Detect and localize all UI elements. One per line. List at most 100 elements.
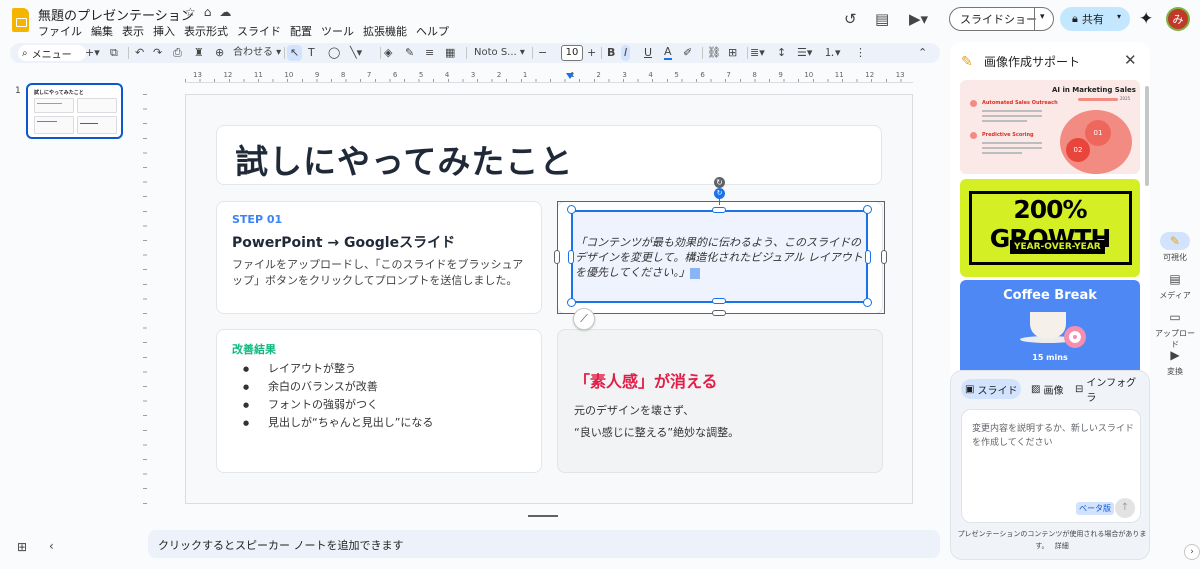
bold-icon[interactable]: B xyxy=(607,45,615,61)
avatar[interactable]: み xyxy=(1166,7,1190,31)
font-family-select[interactable]: Noto S... ▾ xyxy=(474,45,525,61)
collapse-filmstrip-icon[interactable]: ‹ xyxy=(49,539,54,553)
vertical-ruler[interactable] xyxy=(135,94,147,504)
menu-file[interactable]: ファイル xyxy=(38,23,82,39)
gemini-sparkle-icon[interactable]: ✦ xyxy=(1139,9,1153,29)
paint-format-icon[interactable]: ♜ xyxy=(194,45,204,61)
slide-thumbnail[interactable]: 試しにやってみたこと xyxy=(26,83,123,139)
border-dash-icon[interactable]: ▦ xyxy=(445,45,455,61)
tab-slide[interactable]: ▣ スライド xyxy=(961,379,1022,399)
collapse-toolbar-icon[interactable]: ⌃ xyxy=(918,45,927,61)
undo-icon[interactable]: ↶ xyxy=(135,45,144,61)
title-card[interactable]: 試しにやってみたこと xyxy=(216,125,882,185)
history-icon[interactable]: ↺ xyxy=(844,10,857,28)
border-color-icon[interactable]: ✎ xyxy=(405,45,414,61)
group-handle[interactable] xyxy=(881,250,887,264)
template-card[interactable]: Coffee Break 15 mins xyxy=(960,280,1140,370)
slideshow-button[interactable]: スライドショー ▾ xyxy=(949,7,1054,31)
font-size-input[interactable]: 10 xyxy=(561,45,583,61)
grid-view-icon[interactable]: ⊞ xyxy=(17,540,27,554)
effect-heading[interactable]: 「素人感」が消える xyxy=(574,368,718,392)
group-handle[interactable] xyxy=(712,310,726,316)
rail-media[interactable]: ▤ メディア xyxy=(1152,270,1198,301)
results-title[interactable]: 改善結果 xyxy=(232,341,276,357)
resize-handle[interactable] xyxy=(567,205,576,214)
comments-icon[interactable]: ▤ xyxy=(875,10,889,28)
star-icon[interactable]: ☆ xyxy=(185,5,204,19)
text-color-icon[interactable]: A xyxy=(664,45,672,60)
rotate-handle-icon[interactable]: ↻ xyxy=(714,188,725,199)
new-slide-layout-icon[interactable]: ⧉ xyxy=(110,45,118,61)
effect-card[interactable]: 「素人感」が消える 元のデザインを壊さず、 “良い感じに整える”絶妙な調整。 xyxy=(557,329,883,473)
list-item[interactable]: フォントの強弱がつく xyxy=(243,396,433,414)
document-title[interactable]: 無題のプレゼンテーション xyxy=(38,5,194,24)
zoom-icon[interactable]: ⊕ xyxy=(215,45,224,61)
more-options-icon[interactable]: ⋮ xyxy=(855,45,866,61)
move-folder-icon[interactable]: ⌂ xyxy=(204,5,220,19)
template-card[interactable]: 200% GROWTH YEAR-OVER-YEAR xyxy=(960,179,1140,277)
shape-icon[interactable]: ◯ xyxy=(328,45,340,61)
menu-view[interactable]: 表示 xyxy=(122,23,144,39)
chevron-down-icon[interactable]: ▾ xyxy=(1040,12,1045,22)
rail-visualize[interactable]: ✎ 可視化 xyxy=(1152,232,1198,263)
step-body[interactable]: ファイルをアップロードし、「このスライドをブラッシュアップ」ボタンをクリックして… xyxy=(232,257,532,289)
prompt-input[interactable]: 変更内容を説明するか、新しいスライドを作成してください ベータ版 ↑ xyxy=(961,409,1141,523)
template-card[interactable]: AI in Marketing Sales 2025 01 02 Automat… xyxy=(960,80,1140,174)
align-icon[interactable]: ≣▾ xyxy=(750,45,765,61)
highlight-icon[interactable]: ✐ xyxy=(683,45,692,61)
resize-handle[interactable] xyxy=(863,298,872,307)
menu-format[interactable]: 表示形式 xyxy=(184,23,228,39)
chevron-down-icon[interactable]: ▾ xyxy=(1117,12,1121,21)
decrease-font-icon[interactable]: − xyxy=(538,45,547,61)
rail-upload[interactable]: ▭ アップロード xyxy=(1152,308,1198,350)
resize-handle[interactable] xyxy=(863,205,872,214)
fill-color-icon[interactable]: ◈ xyxy=(384,45,392,61)
resize-handle[interactable] xyxy=(567,298,576,307)
list-item[interactable]: 見出しが“ちゃんと見出し”になる xyxy=(243,414,433,432)
share-button[interactable]: 🔒︎ 共有 ▾ xyxy=(1060,7,1130,31)
zoom-fit-select[interactable]: 合わせる ▾ xyxy=(233,45,281,61)
resize-handle[interactable] xyxy=(712,298,726,304)
text-box-icon[interactable]: T xyxy=(308,45,315,61)
remove-format-icon[interactable]: ⟋ xyxy=(573,308,595,330)
effect-body[interactable]: 元のデザインを壊さず、 “良い感じに整える”絶妙な調整。 xyxy=(574,400,739,444)
new-slide-icon[interactable]: +▾ xyxy=(85,45,100,61)
redo-icon[interactable]: ↷ xyxy=(153,45,162,61)
prompt-text[interactable]: 「コンテンツが最も効果的に伝わるよう、このスライドのデザインを変更して。構造化さ… xyxy=(575,235,865,280)
menu-tools[interactable]: ツール xyxy=(321,23,354,39)
ruler-indent-marker[interactable] xyxy=(566,73,574,79)
numbered-list-icon[interactable]: ⒈▾ xyxy=(824,45,841,61)
menu-slide[interactable]: スライド xyxy=(237,23,281,39)
link-icon[interactable]: ⛓ xyxy=(707,45,721,61)
tab-infographic[interactable]: ⊟ インフォグラ xyxy=(1071,378,1149,404)
line-icon[interactable]: ╲▾ xyxy=(350,45,362,61)
learn-more-link[interactable]: 詳細 xyxy=(1055,542,1069,550)
step-heading[interactable]: PowerPoint → Googleスライド xyxy=(232,232,455,252)
notes-drag-handle[interactable] xyxy=(528,515,558,517)
meet-icon[interactable]: ▶▾ xyxy=(909,10,928,28)
send-button[interactable]: ↑ xyxy=(1115,498,1135,518)
select-icon[interactable]: ↖ xyxy=(287,45,303,61)
line-spacing-icon[interactable]: ↕ xyxy=(777,45,786,61)
speaker-notes[interactable]: クリックするとスピーカー ノートを追加できます xyxy=(148,530,940,558)
list-item[interactable]: 余白のバランスが改善 xyxy=(243,378,433,396)
resize-handle[interactable] xyxy=(568,250,574,264)
cloud-status-icon[interactable]: ☁ xyxy=(219,5,239,19)
menu-help[interactable]: ヘルプ xyxy=(416,23,449,39)
step-label[interactable]: STEP 01 xyxy=(232,213,282,226)
menu-edit[interactable]: 編集 xyxy=(91,23,113,39)
add-comment-icon[interactable]: ⊞ xyxy=(728,45,737,61)
slide-title[interactable]: 試しにやってみたこと xyxy=(235,135,573,183)
step-card[interactable]: STEP 01 PowerPoint → Googleスライド ファイルをアップ… xyxy=(216,201,542,314)
bulleted-list-icon[interactable]: ☰▾ xyxy=(797,45,812,61)
print-icon[interactable]: ⎙ xyxy=(173,45,182,61)
list-item[interactable]: レイアウトが整う xyxy=(243,360,433,378)
slides-logo-icon[interactable] xyxy=(12,8,29,32)
rail-convert[interactable]: ▶ 変換 xyxy=(1152,346,1198,377)
underline-icon[interactable]: U xyxy=(644,45,652,61)
slide-canvas[interactable]: 試しにやってみたこと STEP 01 PowerPoint → Googleスラ… xyxy=(185,94,913,504)
menu-insert[interactable]: 挿入 xyxy=(153,23,175,39)
border-weight-icon[interactable]: ≡ xyxy=(425,45,434,61)
group-handle[interactable] xyxy=(554,250,560,264)
increase-font-icon[interactable]: + xyxy=(587,45,596,61)
